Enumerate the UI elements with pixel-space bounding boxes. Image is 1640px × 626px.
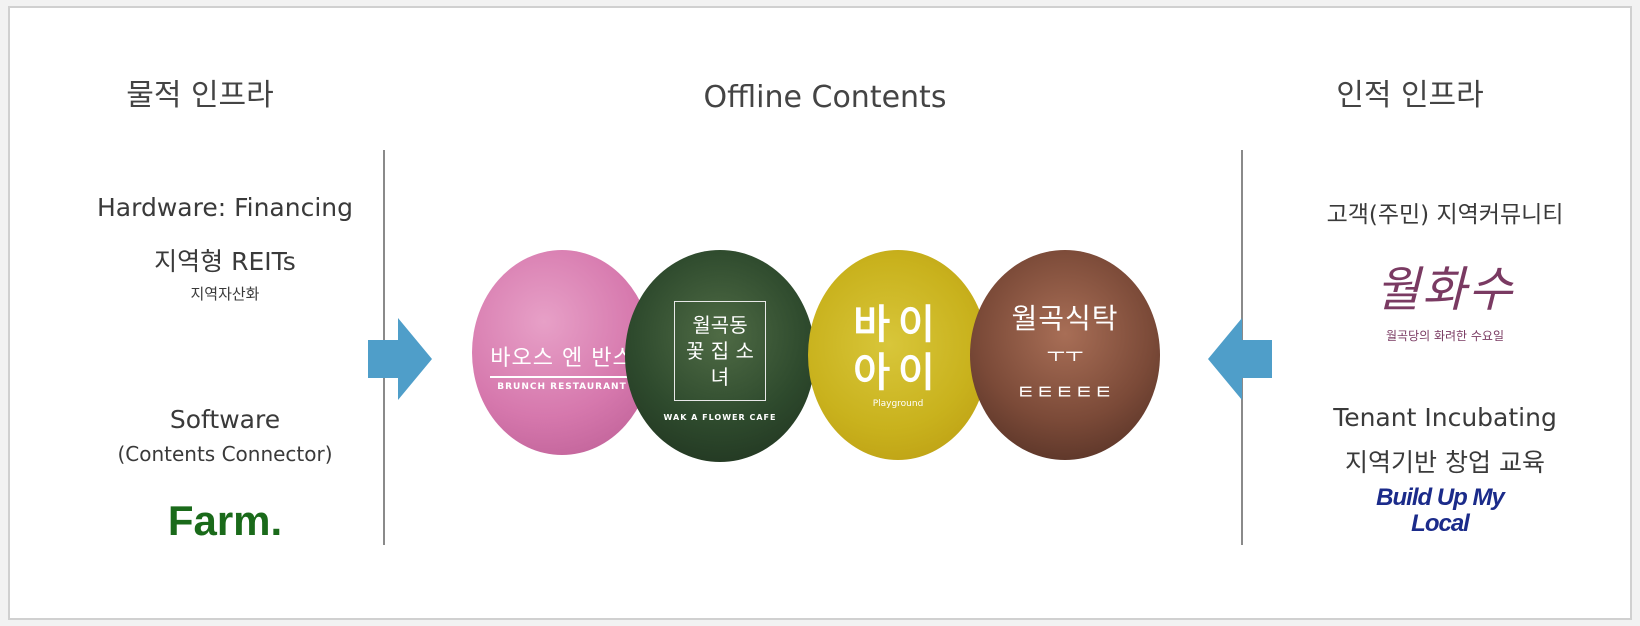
reits-label: 지역형 REITs: [154, 247, 296, 276]
software-label: Software: [169, 405, 281, 434]
tenant-incubating-label: Tenant Incubating: [1333, 403, 1557, 432]
header-offline-contents: Offline Contents: [703, 80, 947, 115]
circle-title: 월곡동 꽃 집 소녀: [674, 300, 766, 401]
circle-title-line2: 아이: [853, 350, 943, 396]
wolhwasu-logo: 월화수: [1375, 262, 1515, 318]
circle-subtitle: Playground: [872, 399, 924, 409]
farm-logo: Farm.: [167, 497, 283, 544]
content-circle-table: 월곡식탁 ㅜㅜ ㅌㅌㅌㅌㅌ: [970, 250, 1160, 460]
arrow-right-icon: [368, 318, 432, 400]
circle-subtitle: ㅌㅌㅌㅌㅌ: [1016, 380, 1114, 404]
reits-sub-label: 지역자산화: [190, 285, 260, 303]
circle-mid: ㅜㅜ: [1046, 343, 1084, 367]
header-human-infra: 인적 인프라: [1336, 78, 1484, 113]
circle-subtitle: BRUNCH RESTAURANT: [497, 381, 627, 392]
wolhwasu-logo-subtitle: 월곡당의 화려한 수요일: [1385, 329, 1505, 343]
circle-title-line1: 바이: [853, 302, 943, 348]
content-circle-playground: 바이 아이 Playground: [808, 250, 988, 460]
arrow-left-icon: [1208, 318, 1272, 400]
header-physical-infra: 물적 인프라: [126, 78, 274, 113]
software-sub-label: (Contents Connector): [117, 442, 333, 466]
tenant-incubating-sub-label: 지역기반 창업 교육: [1345, 448, 1545, 477]
build-up-my-local-logo: Build Up My Local: [1376, 484, 1505, 537]
community-label: 고객(주민) 지역커뮤니티: [1326, 202, 1564, 228]
circle-title: 월곡식탁: [1011, 302, 1119, 335]
hardware-financing-label: Hardware: Financing: [97, 193, 353, 222]
circle-subtitle: WAK A FLOWER CAFE: [663, 412, 777, 422]
circle-title: 바오스 엔 반스: [490, 340, 634, 378]
content-circle-flower-cafe: 월곡동 꽃 집 소녀 WAK A FLOWER CAFE: [625, 250, 815, 462]
